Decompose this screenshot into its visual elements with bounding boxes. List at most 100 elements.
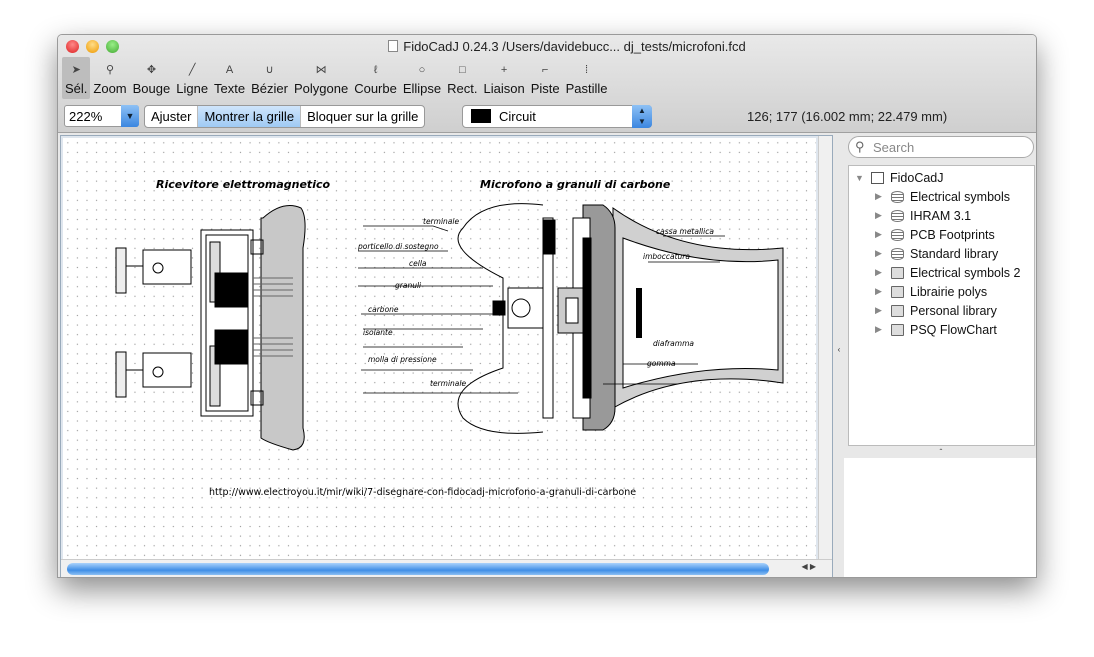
- canvas[interactable]: Ricevitore elettromagnetico Microfono a …: [63, 138, 816, 559]
- label-isolante: isolante: [363, 328, 393, 337]
- database-icon: [891, 209, 904, 222]
- label-carbone: carbone: [368, 305, 399, 314]
- tree-item-label: PCB Footprints: [910, 227, 995, 242]
- label-granuli: granuli: [395, 281, 422, 290]
- split-grip[interactable]: ˆ: [844, 448, 1036, 457]
- label-terminale-top: terminale: [423, 217, 459, 226]
- label-cassa: cassa metallica: [656, 227, 714, 236]
- tool-label: Bézier: [251, 81, 288, 96]
- search-icon: ⚲: [855, 139, 865, 154]
- tool-connection[interactable]: + Liaison: [480, 57, 527, 99]
- tree-item[interactable]: ▶ PSQ FlowChart: [849, 320, 1034, 339]
- updown-icon: ▲ ▼: [632, 105, 652, 128]
- tree-item[interactable]: ▶ IHRAM 3.1: [849, 206, 1034, 225]
- tool-bezier[interactable]: ∪ Bézier: [248, 57, 291, 99]
- tree-item-label: Standard library: [910, 246, 999, 261]
- label-molla: molla di pressione: [368, 355, 437, 364]
- tool-line[interactable]: ╱ Ligne: [173, 57, 211, 99]
- tool-label: Ligne: [176, 81, 209, 96]
- library-panel: ⚲ Search ▼ FidoCadJ ▶ Electrical symbols ▶ IH…: [844, 135, 1036, 577]
- tree-item-label: PSQ FlowChart: [910, 322, 997, 337]
- database-icon: [891, 190, 904, 203]
- tool-pad[interactable]: ⁞ Pastille: [563, 57, 611, 99]
- tool-label: Zoom: [93, 81, 127, 96]
- tree-item[interactable]: ▶ Standard library: [849, 244, 1034, 263]
- tool-move[interactable]: ✥ Bouge: [130, 57, 174, 99]
- label-porticello: porticello di sostegno: [357, 242, 439, 251]
- disclosure-closed-icon[interactable]: ▶: [875, 267, 885, 278]
- tool-rectangle[interactable]: □ Rect.: [444, 57, 480, 99]
- tree-item[interactable]: ▶ Librairie polys: [849, 282, 1034, 301]
- floppy-icon: [891, 304, 904, 317]
- disclosure-closed-icon[interactable]: ▶: [875, 286, 885, 297]
- tool-polygon[interactable]: ⋈ Polygone: [291, 57, 351, 99]
- tree-item-label: Electrical symbols 2: [910, 265, 1021, 280]
- tree-root[interactable]: ▼ FidoCadJ: [849, 168, 1034, 187]
- tree-item[interactable]: ▶ PCB Footprints: [849, 225, 1034, 244]
- disclosure-closed-icon[interactable]: ▶: [875, 324, 885, 335]
- chevron-down-icon[interactable]: ▼: [121, 105, 139, 127]
- curve-icon: ℓ: [373, 64, 378, 76]
- tool-label: Liaison: [483, 81, 525, 96]
- tree-item-label: Personal library: [910, 303, 997, 318]
- tool-label: Ellipse: [402, 81, 442, 96]
- tree-item[interactable]: ▶ Electrical symbols 2: [849, 263, 1034, 282]
- disclosure-open-icon[interactable]: ▼: [855, 173, 865, 183]
- scroll-arrows[interactable]: ◀ ▶: [801, 562, 816, 571]
- tool-magnifier[interactable]: ⚲ Zoom: [90, 57, 129, 99]
- search-placeholder: Search: [873, 140, 915, 155]
- tool-text[interactable]: A Texte: [211, 57, 248, 99]
- disclosure-closed-icon[interactable]: ▶: [875, 191, 885, 202]
- library-tree: ▼ FidoCadJ ▶ Electrical symbols ▶ IHRAM 3.1 ▶…: [848, 165, 1035, 446]
- text-icon: A: [225, 64, 234, 76]
- move-icon: ✥: [146, 64, 157, 76]
- show-grid-toggle[interactable]: Montrer la grille: [198, 106, 302, 127]
- label-imboccatura: imboccatura: [643, 252, 690, 261]
- tree-item-label: Librairie polys: [910, 284, 988, 299]
- preview-pane: [844, 458, 1036, 577]
- tool-label: Sél.: [65, 81, 88, 96]
- snap-grid-toggle[interactable]: Bloquer sur la grille: [301, 106, 424, 127]
- split-pane-divider[interactable]: ‹: [834, 135, 844, 577]
- zoom-combo[interactable]: 222% ▼: [64, 105, 139, 127]
- tree-root-label: FidoCadJ: [890, 170, 944, 185]
- tool-curve[interactable]: ℓ Courbe: [351, 57, 400, 99]
- tool-track[interactable]: ⌐ Piste: [528, 57, 563, 99]
- disclosure-closed-icon[interactable]: ▶: [875, 210, 885, 221]
- tool-ellipse[interactable]: ○ Ellipse: [400, 57, 444, 99]
- drawing-area: Ricevitore elettromagnetico Microfono a …: [60, 135, 833, 577]
- tree-item[interactable]: ▶ Personal library: [849, 301, 1034, 320]
- tool-label: Bouge: [132, 81, 171, 96]
- connection-icon: +: [500, 64, 508, 76]
- floppy-icon: [891, 323, 904, 336]
- microphone-drawing: terminale porticello di sostegno cella g…: [357, 203, 784, 434]
- rectangle-icon: □: [458, 64, 466, 76]
- title-receiver: Ricevitore elettromagnetico: [156, 178, 330, 191]
- track-icon: ⌐: [541, 64, 549, 76]
- document-icon: [388, 40, 399, 52]
- scroll-thumb[interactable]: [67, 563, 769, 575]
- layer-name: Circuit: [499, 109, 536, 124]
- tool-label: Texte: [214, 81, 246, 96]
- layer-select[interactable]: Circuit ▲ ▼: [462, 105, 652, 128]
- polygon-icon: ⋈: [315, 64, 327, 76]
- floppy-icon: [891, 266, 904, 279]
- search-input[interactable]: ⚲ Search: [848, 136, 1034, 158]
- disclosure-closed-icon[interactable]: ▶: [875, 305, 885, 316]
- receiver-drawing: [115, 205, 306, 451]
- title-toolbar: FidoCadJ 0.24.3 /Users/davidebucc... dj_…: [58, 35, 1036, 133]
- tree-item[interactable]: ▶ Electrical symbols: [849, 187, 1034, 206]
- layer-color-swatch: [471, 109, 491, 123]
- tool-arrow[interactable]: ➤ Sél.: [62, 57, 91, 99]
- label-gomma: gomma: [647, 359, 676, 368]
- pad-icon: ⁞: [585, 64, 589, 76]
- vertical-scrollbar[interactable]: [818, 136, 832, 559]
- fit-button[interactable]: Ajuster: [145, 106, 199, 127]
- zoom-value: 222%: [69, 109, 103, 124]
- disclosure-closed-icon[interactable]: ▶: [875, 248, 885, 259]
- disclosure-closed-icon[interactable]: ▶: [875, 229, 885, 240]
- drawing: Ricevitore elettromagnetico Microfono a …: [115, 178, 784, 498]
- horizontal-scrollbar[interactable]: ◀ ▶: [61, 559, 832, 577]
- tree-item-label: Electrical symbols: [910, 189, 1011, 204]
- tool-label: Rect.: [447, 81, 478, 96]
